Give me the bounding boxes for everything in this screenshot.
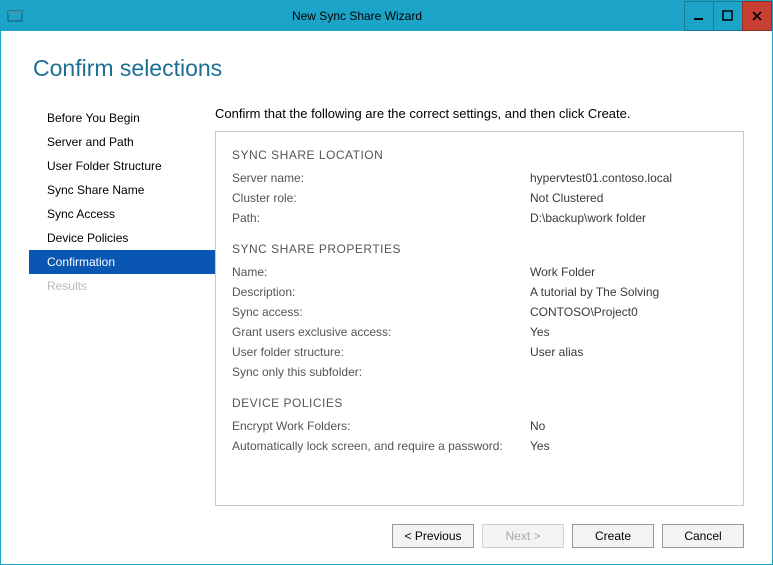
label-path: Path:	[232, 208, 530, 228]
row-lock-screen: Automatically lock screen, and require a…	[232, 436, 727, 456]
app-icon	[1, 1, 29, 31]
label-description: Description:	[232, 282, 530, 302]
client-area: Confirm selections Before You BeginServe…	[1, 31, 772, 564]
minimize-button[interactable]	[684, 1, 714, 31]
step-device-policies[interactable]: Device Policies	[29, 226, 215, 250]
wizard-window: New Sync Share Wizard Confirm selections…	[0, 0, 773, 565]
window-title: New Sync Share Wizard	[29, 1, 685, 31]
maximize-button[interactable]	[713, 1, 743, 31]
value-encrypt: No	[530, 416, 727, 436]
step-user-folder-structure[interactable]: User Folder Structure	[29, 154, 215, 178]
label-encrypt: Encrypt Work Folders:	[232, 416, 530, 436]
value-path: D:\backup\work folder	[530, 208, 727, 228]
label-exclusive-access: Grant users exclusive access:	[232, 322, 530, 342]
row-cluster-role: Cluster role: Not Clustered	[232, 188, 727, 208]
cancel-button[interactable]: Cancel	[662, 524, 744, 548]
row-folder-structure: User folder structure: User alias	[232, 342, 727, 362]
row-exclusive-access: Grant users exclusive access: Yes	[232, 322, 727, 342]
row-encrypt: Encrypt Work Folders: No	[232, 416, 727, 436]
wizard-steps: Before You BeginServer and PathUser Fold…	[29, 104, 215, 548]
row-sync-access: Sync access: CONTOSO\Project0	[232, 302, 727, 322]
step-server-and-path[interactable]: Server and Path	[29, 130, 215, 154]
label-sync-access: Sync access:	[232, 302, 530, 322]
next-button: Next >	[482, 524, 564, 548]
value-lock-screen: Yes	[530, 436, 727, 456]
settings-summary-box: SYNC SHARE LOCATION Server name: hypervt…	[215, 131, 744, 506]
section-device-policies: DEVICE POLICIES Encrypt Work Folders: No…	[232, 396, 727, 456]
step-confirmation[interactable]: Confirmation	[29, 250, 215, 274]
label-server-name: Server name:	[232, 168, 530, 188]
section-sync-share-properties: SYNC SHARE PROPERTIES Name: Work Folder …	[232, 242, 727, 382]
step-sync-share-name[interactable]: Sync Share Name	[29, 178, 215, 202]
row-path: Path: D:\backup\work folder	[232, 208, 727, 228]
close-button[interactable]	[742, 1, 772, 31]
value-folder-structure: User alias	[530, 342, 727, 362]
value-cluster-role: Not Clustered	[530, 188, 727, 208]
page-heading: Confirm selections	[33, 55, 744, 82]
section-sync-share-location: SYNC SHARE LOCATION Server name: hypervt…	[232, 148, 727, 228]
value-name: Work Folder	[530, 262, 727, 282]
main-panel: Confirm that the following are the corre…	[215, 104, 744, 548]
label-folder-structure: User folder structure:	[232, 342, 530, 362]
button-row: < Previous Next > Create Cancel	[215, 524, 744, 548]
previous-button[interactable]: < Previous	[392, 524, 474, 548]
section-title-location: SYNC SHARE LOCATION	[232, 148, 727, 162]
value-server-name: hypervtest01.contoso.local	[530, 168, 727, 188]
value-subfolder	[530, 362, 727, 382]
label-name: Name:	[232, 262, 530, 282]
label-lock-screen: Automatically lock screen, and require a…	[232, 436, 530, 456]
label-cluster-role: Cluster role:	[232, 188, 530, 208]
section-title-device: DEVICE POLICIES	[232, 396, 727, 410]
label-subfolder: Sync only this subfolder:	[232, 362, 530, 382]
step-sync-access[interactable]: Sync Access	[29, 202, 215, 226]
value-exclusive-access: Yes	[530, 322, 727, 342]
row-server-name: Server name: hypervtest01.contoso.local	[232, 168, 727, 188]
titlebar: New Sync Share Wizard	[1, 1, 772, 31]
step-results: Results	[29, 274, 215, 298]
row-subfolder: Sync only this subfolder:	[232, 362, 727, 382]
body-row: Before You BeginServer and PathUser Fold…	[29, 104, 744, 548]
instruction-text: Confirm that the following are the corre…	[215, 106, 744, 121]
value-description: A tutorial by The Solving	[530, 282, 727, 302]
value-sync-access: CONTOSO\Project0	[530, 302, 727, 322]
create-button[interactable]: Create	[572, 524, 654, 548]
section-title-properties: SYNC SHARE PROPERTIES	[232, 242, 727, 256]
row-name: Name: Work Folder	[232, 262, 727, 282]
step-before-you-begin[interactable]: Before You Begin	[29, 106, 215, 130]
window-controls	[685, 1, 772, 31]
row-description: Description: A tutorial by The Solving	[232, 282, 727, 302]
